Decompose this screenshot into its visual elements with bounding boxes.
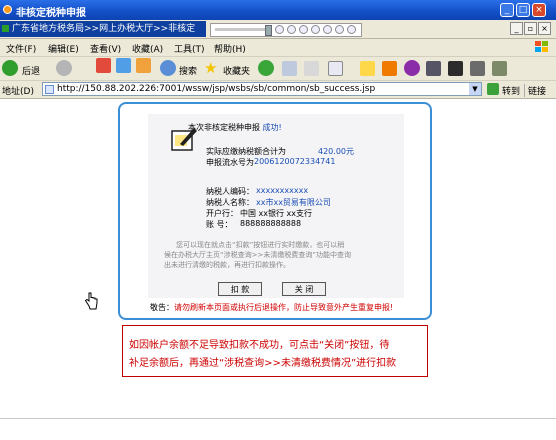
menu-help[interactable]: 帮助(H) xyxy=(214,42,246,55)
refresh-icon[interactable] xyxy=(116,58,131,73)
menu-favorites[interactable]: 收藏(A) xyxy=(132,42,163,55)
window-title-bar: 非核定税种申报 _ □ × xyxy=(0,0,556,20)
taxpayer-code-value: xxxxxxxxxxx xyxy=(256,186,309,195)
forward-arrow-icon xyxy=(56,60,72,76)
info-line-1: 您可以现在就点击“扣款”按钮进行实时缴款，也可以稍 xyxy=(176,241,345,249)
menu-edit[interactable]: 编辑(E) xyxy=(48,42,79,55)
address-url[interactable]: http://150.88.202.226:7001/wssw/jsp/wsbs… xyxy=(57,84,375,94)
favorites-label: 收藏夹 xyxy=(223,67,251,77)
menu-file[interactable]: 文件(F) xyxy=(6,42,36,55)
messenger-icon[interactable] xyxy=(404,60,420,76)
search-icon xyxy=(160,60,176,76)
bank-label: 开户行： xyxy=(206,209,238,218)
address-input[interactable]: http://150.88.202.226:7001/wssw/jsp/wsbs… xyxy=(42,82,482,96)
doc-close-button[interactable]: × xyxy=(538,22,551,35)
result-inner-box: 本次非核定税种申报 成功! 实际应缴纳税额合计为 420.00元 申报流水号为 … xyxy=(148,114,404,298)
menu-tools[interactable]: 工具(T) xyxy=(174,42,205,55)
tab-strip: 广东省地方税务局>>网上办税大厅>>非核定 _ ▫ × xyxy=(0,20,556,39)
links-button[interactable]: 链接 xyxy=(524,84,546,97)
info-line-3: 出未进行清缴的税款，再进行扣款操作。 xyxy=(164,261,290,269)
info-line-2: 候在办税大厅主页“涉税查询>>未清缴税费查询”功能中查询 xyxy=(164,251,351,259)
history-icon[interactable] xyxy=(258,60,274,76)
windows-logo-icon xyxy=(535,41,548,52)
media-stop-icon[interactable] xyxy=(323,25,332,34)
address-bar: 地址(D) http://150.88.202.226:7001/wssw/js… xyxy=(0,81,556,99)
back-label: 后退 xyxy=(22,67,41,77)
tab-current[interactable]: 广东省地方税务局>>网上办税大厅>>非核定 xyxy=(0,21,206,37)
favorites-button[interactable]: ★ 收藏夹 xyxy=(204,59,254,77)
print-icon[interactable] xyxy=(304,61,319,76)
result-status: 成功! xyxy=(262,123,282,132)
annotation-line-1: 如因帐户余额不足导致扣款不成功，可点击“关闭”按钮，待 xyxy=(129,340,390,351)
close-button[interactable]: 关 闭 xyxy=(282,282,326,296)
media-mute-icon[interactable] xyxy=(335,25,344,34)
research-icon[interactable] xyxy=(426,61,441,76)
media-progress-knob[interactable] xyxy=(265,25,272,36)
media-prev-icon[interactable] xyxy=(275,25,284,34)
warning-prefix: 敬告： xyxy=(150,303,174,312)
tools-icon[interactable] xyxy=(492,61,507,76)
minimize-button[interactable]: _ xyxy=(500,3,514,17)
taxpayer-name-value: xx市xx贸易有限公司 xyxy=(256,198,331,207)
qq-icon[interactable] xyxy=(448,61,463,76)
media-pause-icon[interactable] xyxy=(311,25,320,34)
tab-title: 广东省地方税务局>>网上办税大厅>>非核定 xyxy=(12,24,196,34)
forward-button[interactable] xyxy=(56,60,86,77)
hand-cursor-icon xyxy=(84,292,98,310)
result-heading-text: 本次非核定税种申报 xyxy=(188,123,260,132)
page-icon xyxy=(45,85,54,94)
warning-text: 请勿刷新本页面或执行后退操作，防止导致意外产生重复申报! xyxy=(174,303,394,312)
back-arrow-icon xyxy=(2,60,18,76)
stop-icon[interactable] xyxy=(96,58,111,73)
result-heading: 本次非核定税种申报 成功! xyxy=(188,122,282,133)
taxpayer-code-label: 纳税人编码： xyxy=(206,187,254,196)
back-button[interactable]: 后退 xyxy=(2,60,52,77)
bank-value: 中国 xx银行 xx支行 xyxy=(240,209,313,218)
toolbar: 后退 搜索 ★ 收藏夹 xyxy=(0,57,556,81)
annotation-box: 如因帐户余额不足导致扣款不成功，可点击“关闭”按钮，待 补足余额后，再通过“涉税… xyxy=(122,325,428,377)
address-label: 地址(D) xyxy=(2,87,34,97)
edit-icon[interactable] xyxy=(328,61,343,76)
go-arrow-icon[interactable] xyxy=(487,83,499,95)
status-divider xyxy=(0,418,556,419)
serial-label: 申报流水号为 xyxy=(206,158,254,167)
media-play-icon[interactable] xyxy=(299,25,308,34)
account-value: 888888888888 xyxy=(240,219,302,228)
warning-message: 敬告：请勿刷新本页面或执行后退操作，防止导致意外产生重复申报! xyxy=(150,302,410,313)
ie-icon xyxy=(3,5,12,14)
annotation-line-2: 补足余额后，再通过“涉税查询>>未清缴税费情况”进行扣款 xyxy=(129,358,397,369)
taxpayer-name-label: 纳税人名称： xyxy=(206,198,254,207)
account-label: 账 号： xyxy=(206,220,233,229)
home-icon[interactable] xyxy=(136,58,151,73)
serial-value: 2006120072334741 xyxy=(254,157,336,166)
result-panel: 本次非核定税种申报 成功! 实际应缴纳税额合计为 420.00元 申报流水号为 … xyxy=(118,102,432,320)
menu-bar: 文件(F) 编辑(E) 查看(V) 收藏(A) 工具(T) 帮助(H) xyxy=(0,39,556,57)
close-window-button[interactable]: × xyxy=(532,3,546,17)
mail-icon[interactable] xyxy=(282,61,297,76)
go-button[interactable]: 转到 xyxy=(502,84,520,97)
media-info-icon[interactable] xyxy=(347,25,356,34)
menu-view[interactable]: 查看(V) xyxy=(90,42,121,55)
search-label: 搜索 xyxy=(179,67,198,77)
media-progress-track[interactable] xyxy=(215,28,267,31)
media-player-icon[interactable] xyxy=(382,61,397,76)
total-value: 420.00元 xyxy=(318,147,354,156)
doc-restore-button[interactable]: ▫ xyxy=(524,22,537,35)
total-label: 实际应缴纳税额合计为 xyxy=(206,147,286,156)
calculator-icon[interactable] xyxy=(470,61,485,76)
tab-page-icon xyxy=(2,25,9,32)
media-bar xyxy=(210,23,362,37)
window-title: 非核定税种申报 xyxy=(16,8,86,19)
deduct-button[interactable]: 扣 款 xyxy=(218,282,262,296)
search-button[interactable]: 搜索 xyxy=(160,60,200,77)
folder-icon[interactable] xyxy=(360,61,375,76)
maximize-button[interactable]: □ xyxy=(516,3,530,17)
doc-minimize-button[interactable]: _ xyxy=(510,22,523,35)
favorites-star-icon: ★ xyxy=(204,59,218,77)
address-dropdown-icon[interactable]: ▼ xyxy=(469,83,481,95)
media-rewind-icon[interactable] xyxy=(287,25,296,34)
